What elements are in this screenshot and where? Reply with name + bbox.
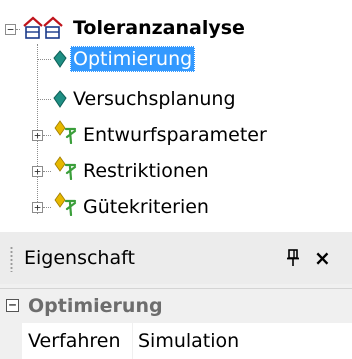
category-collapse-toggle[interactable]: − [6, 299, 19, 312]
column-divider [132, 323, 133, 359]
parameter-group-icon [54, 192, 77, 216]
property-category: − Optimierung [0, 289, 352, 323]
pin-icon[interactable] [286, 245, 300, 271]
tree-node-label[interactable]: Gütekriterien [80, 194, 212, 220]
tree-node-root[interactable]: Toleranzanalyse [20, 13, 248, 43]
tree-item-optimierung[interactable]: Optimierung [70, 44, 196, 74]
property-value[interactable]: Simulation [138, 328, 239, 354]
category-name: Optimierung [28, 295, 163, 317]
tree-connector-line [37, 59, 51, 60]
property-row-margin [0, 323, 22, 359]
panel-title: Eigenschaft [24, 247, 135, 269]
tree-connector-line [43, 135, 51, 136]
tree-item-restriktionen[interactable]: Restriktionen [80, 156, 212, 186]
drag-grip-icon[interactable] [10, 246, 13, 272]
property-grid: − Optimierung Verfahren Simulation [0, 288, 352, 359]
tree-node-label[interactable]: Versuchsplanung [70, 86, 239, 112]
tree-item-versuchsplanung[interactable]: Versuchsplanung [70, 84, 239, 114]
tree-node-label[interactable]: Optimierung [70, 46, 196, 72]
parameter-group-icon [54, 120, 77, 144]
expand-toggle[interactable]: + [32, 166, 43, 177]
tree-connector-line [37, 99, 51, 100]
diamond-node-icon [53, 50, 67, 68]
project-tree: − Toleranzanalyse Optimierung Versuchspl… [0, 0, 352, 228]
tree-node-label[interactable]: Entwurfsparameter [80, 122, 270, 148]
tree-node-label[interactable]: Restriktionen [80, 158, 212, 184]
diamond-node-icon [53, 90, 67, 108]
expand-toggle[interactable]: + [32, 130, 43, 141]
tree-node-label[interactable]: Toleranzanalyse [70, 15, 248, 41]
expand-toggle[interactable]: + [32, 202, 43, 213]
close-icon[interactable]: × [314, 245, 331, 271]
panel-titlebar[interactable]: Eigenschaft × [0, 232, 352, 284]
tree-connector-line [43, 207, 51, 208]
properties-panel: Eigenschaft × − Optimierung Verfahren Si… [0, 232, 352, 359]
collapse-toggle[interactable]: − [5, 24, 16, 35]
tree-connector-line [43, 171, 51, 172]
assembly-icon [23, 16, 63, 39]
property-row[interactable]: Verfahren Simulation [0, 323, 352, 359]
property-name: Verfahren [28, 330, 121, 352]
parameter-group-icon [54, 156, 77, 180]
tree-item-guetekriterien[interactable]: Gütekriterien [80, 192, 212, 222]
tree-item-entwurfsparameter[interactable]: Entwurfsparameter [80, 120, 270, 150]
